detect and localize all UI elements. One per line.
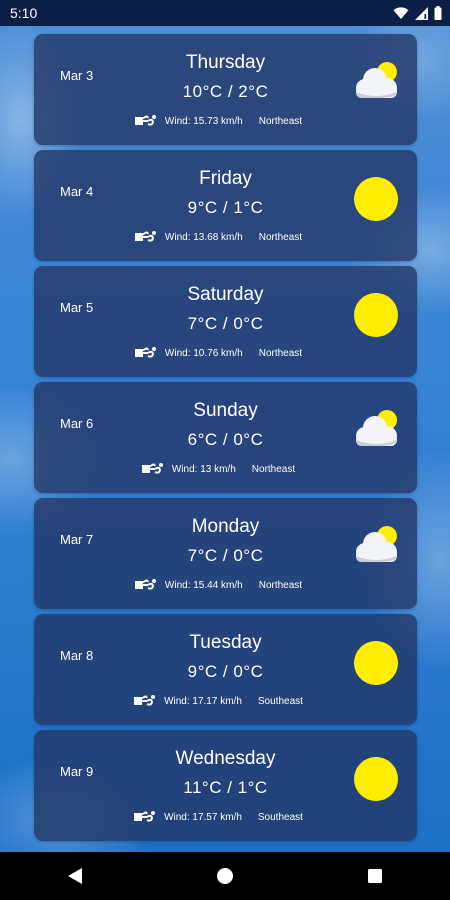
partly-cloudy-icon <box>356 410 397 446</box>
forecast-card[interactable]: Mar 8 Tuesday 9°C / 0°C Wind: 17.17 km/h Sou… <box>34 614 417 725</box>
recents-button[interactable] <box>355 856 395 896</box>
wind-speed: Wind: 10.76 km/h <box>164 347 243 359</box>
forecast-wind-row: Wind: 17.17 km/h Southeast <box>34 694 417 708</box>
forecast-wind-row: Wind: 15.44 km/h Northeast <box>34 578 417 592</box>
wind-direction: Northeast <box>251 463 296 475</box>
wind-direction: Southeast <box>257 811 303 823</box>
wind-direction: Southeast <box>257 695 303 707</box>
wind-icon <box>141 463 163 474</box>
wind-speed: Wind: 17.57 km/h <box>164 811 242 823</box>
wind-speed: Wind: 15.44 km/h <box>164 579 243 591</box>
wind-direction: Northeast <box>258 231 303 243</box>
navigation-bar <box>0 852 450 900</box>
back-icon <box>68 868 82 884</box>
home-button[interactable] <box>205 856 245 896</box>
battery-icon <box>434 6 442 20</box>
home-icon <box>217 868 233 884</box>
sun-icon <box>354 293 398 337</box>
forecast-wind-row: Wind: 17.57 km/h Southeast <box>34 810 417 824</box>
wind-speed: Wind: 13.68 km/h <box>164 231 243 243</box>
forecast-card[interactable]: Mar 5 Saturday 7°C / 0°C Wind: 10.76 km/h No… <box>34 266 417 377</box>
recents-icon <box>368 869 382 883</box>
forecast-wind-row: Wind: 15.73 km/h Northeast <box>34 114 417 128</box>
wind-speed: Wind: 17.17 km/h <box>164 695 242 707</box>
forecast-card[interactable]: Mar 6 Sunday 6°C / 0°C Wind: 13 km/h Northea… <box>34 382 417 493</box>
forecast-card[interactable]: Mar 7 Monday 7°C / 0°C Wind: 15.44 km/h Nort… <box>34 498 417 609</box>
wind-icon <box>134 579 156 590</box>
status-time: 5:10 <box>10 5 38 21</box>
wifi-icon <box>393 6 409 19</box>
wind-direction: Northeast <box>258 115 303 127</box>
back-button[interactable] <box>55 856 95 896</box>
status-bar: 5:10 <box>0 0 450 26</box>
forecast-card[interactable]: Mar 3 Thursday 10°C / 2°C Wind: 15.73 km/h N… <box>34 34 417 145</box>
wind-icon <box>134 115 156 126</box>
forecast-wind-row: Wind: 13 km/h Northeast <box>34 462 417 476</box>
partly-cloudy-icon <box>356 526 397 562</box>
sun-icon <box>354 641 398 685</box>
wind-speed: Wind: 15.73 km/h <box>164 115 243 127</box>
forecast-wind-row: Wind: 13.68 km/h Northeast <box>34 230 417 244</box>
wind-direction: Northeast <box>258 347 303 359</box>
status-icons <box>393 6 442 20</box>
forecast-wind-row: Wind: 10.76 km/h Northeast <box>34 346 417 360</box>
forecast-card[interactable]: Mar 9 Wednesday 11°C / 1°C Wind: 17.57 km/h… <box>34 730 417 841</box>
sun-icon <box>354 177 398 221</box>
signal-icon <box>415 6 428 20</box>
sun-icon <box>354 757 398 801</box>
wind-icon <box>134 695 156 706</box>
wind-icon <box>134 811 156 822</box>
partly-cloudy-icon <box>356 62 397 98</box>
wind-icon <box>134 347 156 358</box>
wind-direction: Northeast <box>258 579 303 591</box>
wind-speed: Wind: 13 km/h <box>171 463 236 475</box>
forecast-card[interactable]: Mar 4 Friday 9°C / 1°C Wind: 13.68 km/h Nort… <box>34 150 417 261</box>
forecast-list[interactable]: Mar 3 Thursday 10°C / 2°C Wind: 15.73 km/h N… <box>0 0 450 900</box>
wind-icon <box>134 231 156 242</box>
